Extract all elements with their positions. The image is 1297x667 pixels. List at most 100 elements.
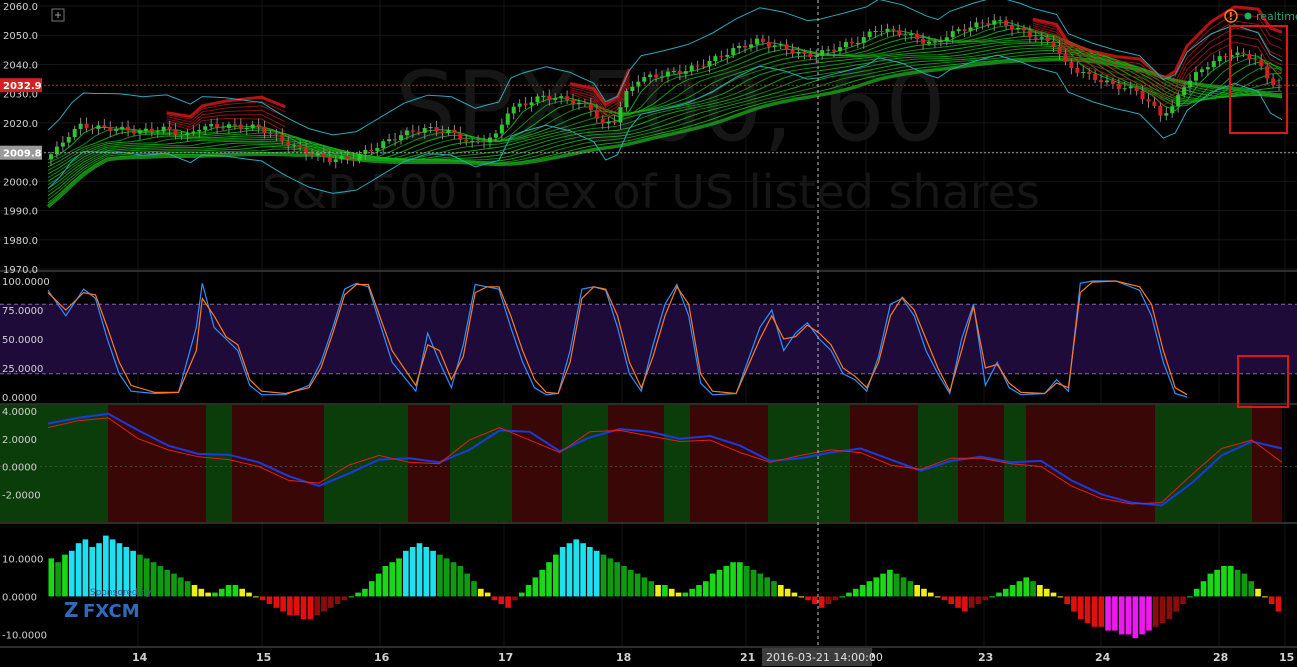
candle [1182,87,1187,96]
candle [1188,80,1193,88]
candle [1122,88,1127,90]
price-axis-tick: 2060.0 [3,2,38,13]
histogram-bar [191,585,198,597]
candle [286,141,291,146]
candle [137,130,142,134]
candle [1271,78,1276,85]
candle [203,126,208,130]
histogram-bar [900,577,907,597]
osc-axis-tick: 0.0000 [2,463,37,474]
histogram-bar [1207,573,1214,597]
time-axis-tick: 24 [1095,651,1111,664]
oscillator-pane[interactable] [0,405,1297,522]
candle [1004,20,1009,26]
candle [422,127,427,133]
histogram-bar [1268,596,1275,604]
candle [1093,73,1098,81]
candle [879,31,884,33]
histogram-bar [955,596,961,608]
histogram-bar [1016,581,1023,597]
candle [1134,86,1139,91]
candle [731,48,736,55]
candle [143,128,148,131]
histogram-bar [1009,585,1016,597]
candle [476,140,481,142]
candle [654,74,659,78]
histogram-bar [907,581,914,597]
candle [274,133,279,135]
time-axis-tick: 16 [374,651,390,664]
histogram-bar [1118,596,1125,635]
histogram-bar [743,566,750,597]
candle [944,37,949,41]
candle [772,45,777,47]
hist-axis-tick: 0.0000 [2,592,37,603]
histogram-bar [682,592,689,597]
candle [873,31,878,33]
time-axis-tick: 15 [256,651,271,664]
candle [96,125,101,129]
candle [369,149,374,151]
candle [671,71,676,73]
candle [238,124,243,129]
candle [493,133,498,138]
candle [547,95,552,100]
candle [250,124,255,128]
candle [1099,80,1104,83]
candle [1116,83,1121,89]
candle [909,34,914,36]
candle [962,29,967,31]
candle [695,65,700,67]
candle [826,49,831,51]
histogram-bar [975,596,982,604]
regime-band [958,405,1004,522]
candle [849,42,854,44]
regime-band [450,405,512,522]
histogram-bar [587,547,593,597]
histogram-bar [1187,596,1193,598]
histogram-bar [348,596,355,598]
histogram-bar [1084,596,1091,623]
candle [387,139,392,142]
candle [1217,56,1222,62]
histogram-bar [1166,596,1173,620]
candle [582,102,587,104]
histogram-bar [593,550,600,597]
histogram-bar [818,596,825,608]
candle [665,71,670,77]
fxcm-logo-text: FXCM [83,601,140,622]
histogram-bar [689,588,695,597]
histogram-bar [600,554,607,597]
osc-axis-tick: 4.0000 [2,407,37,418]
histogram-bar [218,588,225,597]
sponsored-label: Sponsored by [90,588,152,598]
candle [648,74,653,78]
candle [268,133,273,135]
candle [1199,69,1204,73]
histogram-bar [1071,596,1077,612]
candle [161,126,166,132]
candle [1039,37,1044,39]
candle [167,126,172,130]
candle [1104,80,1109,83]
candle [310,154,315,156]
candle [986,23,991,25]
histogram-bar [1125,596,1132,635]
histogram-bar [212,592,218,597]
histogram-bar [893,573,900,597]
histogram-bar [566,543,573,597]
histogram-bar [805,596,811,601]
candle [333,159,338,162]
candle [393,139,398,141]
histogram-bar [553,554,559,597]
candle [571,100,576,105]
chart-stage[interactable]: SPX500, 60 S&P 500 index of US listed sh… [0,0,1297,667]
histogram-bar [478,588,484,597]
time-axis-tick: 17 [498,651,513,664]
histogram-bar [505,596,511,608]
histogram-bar [1043,588,1050,597]
histogram-bar [880,573,886,597]
stoch-axis-tick: 50.0000 [2,335,43,346]
histogram-bar [355,592,361,597]
candle [1158,105,1163,116]
